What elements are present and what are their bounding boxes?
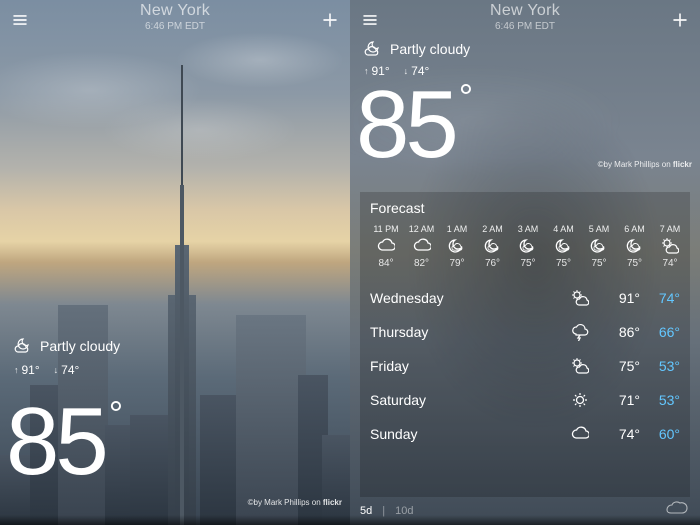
storm-icon xyxy=(571,323,589,341)
low-temp: ↓74° xyxy=(54,363,80,377)
nav-bar-shadow xyxy=(350,515,700,525)
location-header[interactable]: New York 6:46 PM EDT xyxy=(140,2,210,32)
day-high: 71° xyxy=(600,392,640,408)
partly-icon xyxy=(661,237,679,255)
weather-pane-detail[interactable]: New York 6:46 PM EDT Partly cloudy ↑91° … xyxy=(350,0,700,525)
day-low: 60° xyxy=(640,426,680,442)
menu-button[interactable] xyxy=(6,6,34,34)
day-high: 86° xyxy=(600,324,640,340)
hour-time: 4 AM xyxy=(548,224,580,234)
arrow-down-icon: ↓ xyxy=(54,365,59,375)
night-icon xyxy=(519,237,537,255)
hour-cell: 5 AM 75° xyxy=(583,224,615,269)
header: New York 6:46 PM EDT xyxy=(350,0,700,42)
day-row[interactable]: Wednesday 91°74° xyxy=(370,281,680,315)
day-name: Friday xyxy=(370,358,560,374)
day-row[interactable]: Friday 75°53° xyxy=(370,349,680,383)
night-icon xyxy=(590,237,608,255)
day-low: 74° xyxy=(640,290,680,306)
condition-text: Partly cloudy xyxy=(390,41,470,57)
add-location-button[interactable] xyxy=(316,6,344,34)
day-high: 75° xyxy=(600,358,640,374)
degree-symbol: ° xyxy=(109,393,119,435)
day-row[interactable]: Thursday 86°66° xyxy=(370,315,680,349)
night-icon xyxy=(484,237,502,255)
cloud-moon-icon xyxy=(14,337,32,355)
hour-time: 11 PM xyxy=(370,224,402,234)
hour-cell: 7 AM 74° xyxy=(654,224,680,269)
hour-temp: 75° xyxy=(619,258,651,269)
cloud-icon xyxy=(413,237,431,255)
forecast-heading: Forecast xyxy=(370,200,680,216)
hour-time: 12 AM xyxy=(406,224,438,234)
day-low: 53° xyxy=(640,392,680,408)
hour-temp: 82° xyxy=(406,258,438,269)
local-time: 6:46 PM EDT xyxy=(490,21,560,32)
hour-temp: 84° xyxy=(370,258,402,269)
cloud-moon-icon xyxy=(364,40,382,58)
day-high: 91° xyxy=(600,290,640,306)
hour-temp: 76° xyxy=(477,258,509,269)
night-icon xyxy=(555,237,573,255)
city-name: New York xyxy=(490,2,560,20)
city-name: New York xyxy=(140,2,210,20)
nav-bar-shadow xyxy=(0,515,350,525)
night-icon xyxy=(448,237,466,255)
condition-block: Partly cloudy ↑91° ↓74° xyxy=(14,337,120,377)
cloud-icon xyxy=(571,425,589,443)
hour-temp: 75° xyxy=(512,258,544,269)
current-temperature: 85° xyxy=(356,70,469,180)
hour-time: 7 AM xyxy=(654,224,680,234)
condition-text: Partly cloudy xyxy=(40,338,120,354)
hourly-forecast-row[interactable]: 11 PM84°12 AM82°1 AM79°2 AM76°3 AM75°4 A… xyxy=(370,224,680,279)
photo-credit: ©by Mark Phillips on flickr xyxy=(598,160,692,169)
day-name: Thursday xyxy=(370,324,560,340)
day-name: Saturday xyxy=(370,392,560,408)
menu-button[interactable] xyxy=(356,6,384,34)
hour-cell: 11 PM 84° xyxy=(370,224,402,269)
sun-icon xyxy=(571,391,589,409)
hour-cell: 12 AM 82° xyxy=(406,224,438,269)
day-low: 53° xyxy=(640,358,680,374)
hour-cell: 4 AM 75° xyxy=(548,224,580,269)
hour-temp: 75° xyxy=(548,258,580,269)
day-row[interactable]: Saturday 71°53° xyxy=(370,383,680,417)
high-temp: ↑91° xyxy=(14,363,40,377)
hour-time: 5 AM xyxy=(583,224,615,234)
daily-forecast-list: Wednesday91°74°Thursday86°66°Friday75°53… xyxy=(370,281,680,451)
day-low: 66° xyxy=(640,324,680,340)
day-high: 74° xyxy=(600,426,640,442)
current-temperature: 85° xyxy=(6,387,119,497)
day-name: Sunday xyxy=(370,426,560,442)
hour-temp: 74° xyxy=(654,258,680,269)
hour-cell: 6 AM 75° xyxy=(619,224,651,269)
weather-pane-photo: New York 6:46 PM EDT Partly cloudy ↑91° … xyxy=(0,0,350,525)
photo-credit: ©by Mark Phillips on flickr xyxy=(248,498,342,507)
hour-time: 1 AM xyxy=(441,224,473,234)
hour-cell: 3 AM 75° xyxy=(512,224,544,269)
location-header[interactable]: New York 6:46 PM EDT xyxy=(490,2,560,32)
cloud-icon xyxy=(377,237,395,255)
day-row[interactable]: Sunday 74°60° xyxy=(370,417,680,451)
degree-symbol: ° xyxy=(459,76,469,118)
hour-cell: 1 AM 79° xyxy=(441,224,473,269)
arrow-up-icon: ↑ xyxy=(14,365,19,375)
hour-time: 2 AM xyxy=(477,224,509,234)
day-name: Wednesday xyxy=(370,290,560,306)
add-location-button[interactable] xyxy=(666,6,694,34)
hour-temp: 79° xyxy=(441,258,473,269)
hour-temp: 75° xyxy=(583,258,615,269)
hour-time: 6 AM xyxy=(619,224,651,234)
header: New York 6:46 PM EDT xyxy=(0,0,350,42)
local-time: 6:46 PM EDT xyxy=(140,21,210,32)
night-icon xyxy=(626,237,644,255)
partly-icon xyxy=(571,357,589,375)
hour-time: 3 AM xyxy=(512,224,544,234)
partly-icon xyxy=(571,289,589,307)
hour-cell: 2 AM 76° xyxy=(477,224,509,269)
forecast-panel: Forecast 11 PM84°12 AM82°1 AM79°2 AM76°3… xyxy=(360,192,690,497)
